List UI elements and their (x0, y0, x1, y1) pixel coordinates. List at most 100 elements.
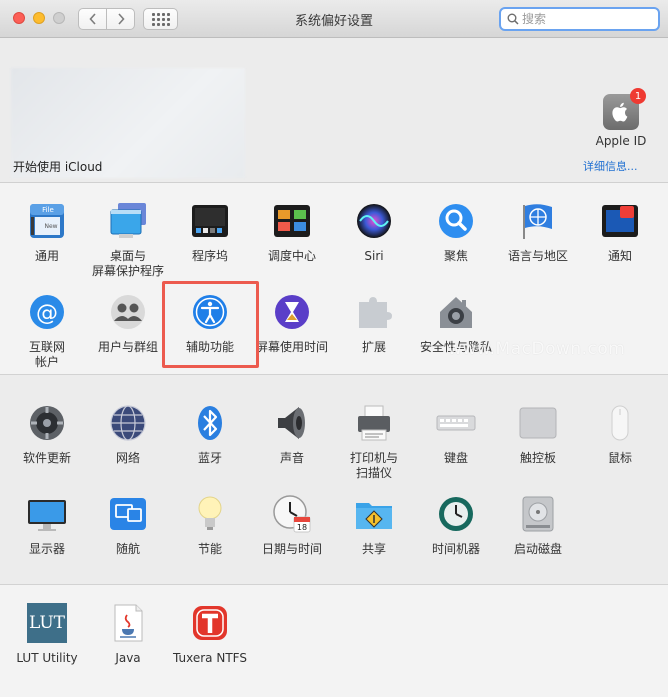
pref-startup-disk[interactable]: 启动磁盘 (496, 494, 580, 557)
details-link[interactable]: 详细信息... (583, 158, 638, 174)
pref-network[interactable]: 网络 (86, 403, 170, 466)
svg-text:@: @ (36, 301, 58, 326)
pref-sharing[interactable]: 共享 (332, 494, 416, 557)
pref-date-time[interactable]: 18 日期与时间 (250, 494, 334, 557)
pref-mission-control[interactable]: 调度中心 (250, 201, 334, 264)
lut-utility-icon: LUT (27, 603, 67, 643)
pref-label: 键盘 (443, 451, 468, 465)
pref-label: 程序坞 (191, 249, 228, 263)
pref-dock[interactable]: 程序坞 (168, 201, 252, 264)
pref-trackpad[interactable]: 触控板 (496, 403, 580, 466)
notification-badge: 1 (630, 88, 646, 104)
notifications-icon (600, 201, 640, 241)
date-time-icon: 18 (272, 494, 312, 534)
pref-internet-accounts[interactable]: @ 互联网 帐户 (5, 292, 89, 370)
language-region-icon (518, 201, 558, 241)
sharing-icon (354, 494, 394, 534)
pref-language-region[interactable]: 语言与地区 (496, 201, 580, 264)
lut-icon-text: LUT (28, 613, 66, 633)
time-machine-icon (436, 494, 476, 534)
dock-icon (190, 201, 230, 241)
apple-id-icon: 1 (603, 88, 646, 130)
accessibility-highlight-box (162, 281, 259, 368)
displays-icon (27, 494, 67, 534)
apple-id-button[interactable]: 1 Apple ID (592, 88, 650, 148)
pref-siri[interactable]: Siri (332, 201, 416, 264)
account-area: 1 Apple ID 开始使用 iCloud 详细信息... (0, 38, 668, 183)
apple-id-label: Apple ID (595, 134, 647, 148)
network-icon (108, 403, 148, 443)
search-field[interactable] (499, 7, 660, 31)
sound-icon (272, 403, 312, 443)
startup-disk-icon (518, 494, 558, 534)
pref-label: 节能 (197, 542, 222, 556)
svg-text:18: 18 (297, 523, 307, 532)
pref-label: 启动磁盘 (513, 542, 562, 556)
desktop-screensaver-icon (108, 201, 148, 241)
third-party-prefs-section: LUT LUT Utility Java Tuxera NTFS (0, 585, 668, 697)
pref-label: Java (115, 651, 141, 665)
pref-tuxera-ntfs[interactable]: Tuxera NTFS (168, 603, 252, 666)
pref-label: 用户与群组 (97, 340, 158, 354)
pref-label: 扩展 (361, 340, 386, 354)
pref-sidecar[interactable]: 随航 (86, 494, 170, 557)
pref-label: 调度中心 (267, 249, 316, 263)
pref-general[interactable]: File New 通用 (5, 201, 89, 264)
energy-saver-icon (190, 494, 230, 534)
pref-software-update[interactable]: 软件更新 (5, 403, 89, 466)
pref-keyboard[interactable]: 键盘 (414, 403, 498, 466)
search-input[interactable] (522, 12, 652, 26)
java-icon (108, 603, 148, 643)
pref-label: 软件更新 (22, 451, 71, 465)
pref-java[interactable]: Java (86, 603, 170, 666)
svg-text:File: File (42, 206, 54, 214)
title-bar: 系统偏好设置 (0, 0, 668, 38)
sidecar-icon (108, 494, 148, 534)
screen-time-icon (272, 292, 312, 332)
pref-lut-utility[interactable]: LUT LUT Utility (5, 603, 89, 666)
pref-displays[interactable]: 显示器 (5, 494, 89, 557)
users-groups-icon (108, 292, 148, 332)
printers-scanners-icon (354, 403, 394, 443)
bluetooth-icon (190, 403, 230, 443)
pref-energy-saver[interactable]: 节能 (168, 494, 252, 557)
pref-mouse[interactable]: 鼠标 (578, 403, 662, 466)
siri-icon (354, 201, 394, 241)
keyboard-icon (436, 403, 476, 443)
trackpad-icon (518, 403, 558, 443)
icloud-prompt: 开始使用 iCloud (13, 160, 103, 174)
pref-desktop-screensaver[interactable]: 桌面与 屏幕保护程序 (86, 201, 170, 279)
pref-label: 网络 (115, 451, 140, 465)
svg-text:New: New (44, 223, 57, 230)
pref-label: 蓝牙 (197, 451, 222, 465)
security-privacy-icon (436, 292, 476, 332)
pref-printers-scanners[interactable]: 打印机与 扫描仪 (332, 403, 416, 481)
mission-control-icon (272, 201, 312, 241)
pref-label: 触控板 (519, 451, 556, 465)
pref-label: Tuxera NTFS (173, 651, 247, 665)
pref-screen-time[interactable]: 屏幕使用时间 (250, 292, 334, 355)
pref-label: 时间机器 (431, 542, 480, 556)
watermark-text: www.MacDown.com (448, 339, 626, 359)
hardware-prefs-section: 软件更新 网络 蓝牙 声音 打印机与 扫描仪 键盘 触控板 鼠标 显示器 随航 … (0, 375, 668, 585)
pref-label: 桌面与 屏幕保护程序 (91, 249, 164, 278)
software-update-icon (27, 403, 67, 443)
pref-label: 语言与地区 (507, 249, 568, 263)
pref-sound[interactable]: 声音 (250, 403, 334, 466)
pref-label: 日期与时间 (261, 542, 322, 556)
tuxera-ntfs-icon (190, 603, 230, 643)
pref-label: 通知 (607, 249, 632, 263)
pref-extensions[interactable]: 扩展 (332, 292, 416, 355)
pref-notifications[interactable]: 通知 (578, 201, 662, 264)
spotlight-icon (436, 201, 476, 241)
mouse-icon (600, 403, 640, 443)
pref-label: 鼠标 (607, 451, 632, 465)
pref-users-groups[interactable]: 用户与群组 (86, 292, 170, 355)
extensions-icon (354, 292, 394, 332)
pref-bluetooth[interactable]: 蓝牙 (168, 403, 252, 466)
pref-spotlight[interactable]: 聚焦 (414, 201, 498, 264)
internet-accounts-icon: @ (27, 292, 67, 332)
pref-time-machine[interactable]: 时间机器 (414, 494, 498, 557)
pref-label: 声音 (279, 451, 304, 465)
pref-label: 打印机与 扫描仪 (349, 451, 398, 480)
